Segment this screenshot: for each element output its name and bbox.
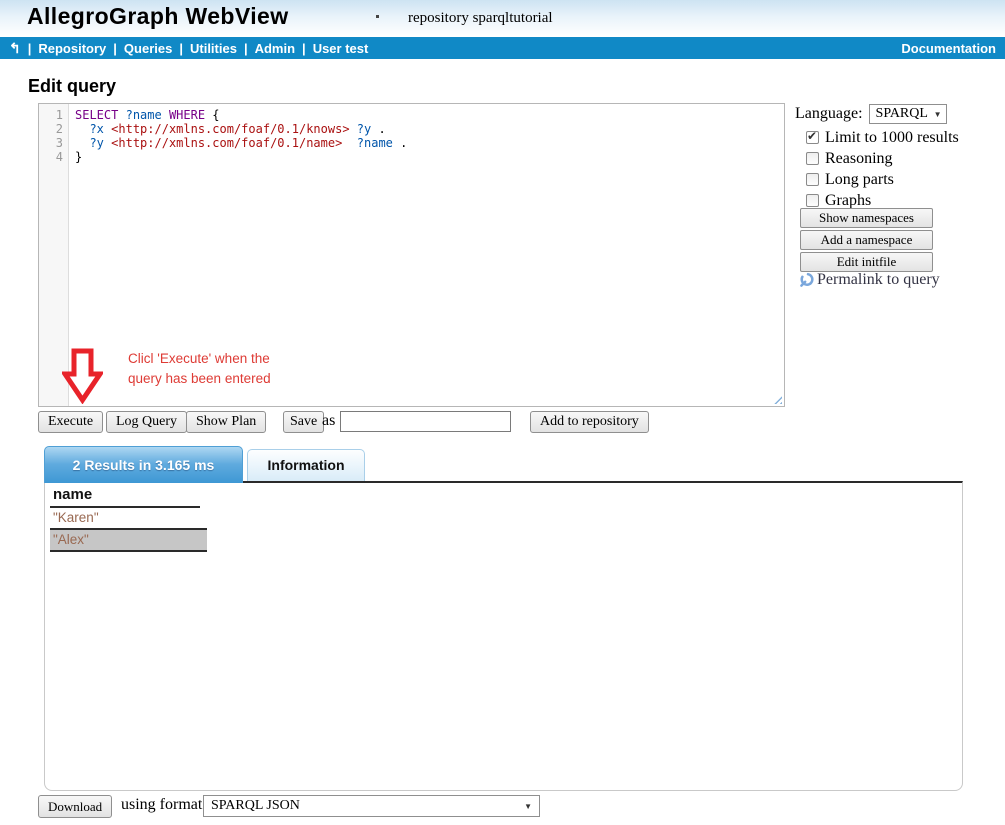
sparql-keyword: SELECT	[75, 108, 118, 122]
sparql-variable: ?y	[89, 136, 103, 150]
sparql-variable: ?x	[89, 122, 103, 136]
code-text: {	[205, 108, 219, 122]
annotation-line: query has been entered	[128, 369, 271, 389]
limit-checkbox-label: Limit to 1000 results	[825, 129, 959, 147]
execute-annotation: Clicl 'Execute' when the query has been …	[128, 349, 271, 389]
checkbox-row-reasoning: Reasoning	[806, 150, 893, 167]
add-to-repository-button[interactable]: Add to repository	[530, 411, 649, 433]
results-panel: name "Karen" "Alex" The results appear h…	[44, 481, 963, 791]
line-number: 1	[39, 108, 63, 122]
execute-button[interactable]: Execute	[38, 411, 103, 433]
limit-checkbox[interactable]: ✔	[806, 131, 819, 144]
sparql-variable: ?y	[357, 122, 371, 136]
app-header: AllegroGraph WebView repository sparqltu…	[0, 0, 1005, 37]
code-text	[162, 108, 169, 122]
nav-separator: |	[113, 41, 117, 56]
nav-separator: |	[28, 41, 32, 56]
save-as-label: as	[322, 412, 335, 430]
permalink-link[interactable]: Permalink to query	[799, 271, 940, 289]
add-namespace-button[interactable]: Add a namespace	[800, 230, 933, 250]
code-text	[342, 136, 356, 150]
nav-separator: |	[244, 41, 248, 56]
show-namespaces-button[interactable]: Show namespaces	[800, 208, 933, 228]
log-query-button[interactable]: Log Query	[106, 411, 187, 433]
sparql-uri: <http://xmlns.com/foaf/0.1/name>	[111, 136, 342, 150]
result-row-selected[interactable]: "Alex"	[50, 530, 207, 552]
nav-item-queries[interactable]: Queries	[124, 41, 172, 56]
download-format-select[interactable]: SPARQL JSON ▼	[203, 795, 540, 817]
page-title: Edit query	[28, 76, 116, 97]
code-line: ?y <http://xmlns.com/foaf/0.1/name> ?nam…	[75, 136, 784, 150]
save-button[interactable]: Save	[283, 411, 324, 433]
artifact-dot	[376, 15, 379, 18]
line-number: 4	[39, 150, 63, 164]
show-plan-button[interactable]: Show Plan	[186, 411, 266, 433]
code-text: .	[393, 136, 407, 150]
sparql-uri: <http://xmlns.com/foaf/0.1/knows>	[111, 122, 349, 136]
code-text	[75, 122, 89, 136]
graphs-checkbox[interactable]	[806, 194, 819, 207]
code-text	[118, 108, 125, 122]
nav-item-user[interactable]: User test	[313, 41, 369, 56]
check-icon: ✔	[807, 129, 817, 143]
edit-initfile-button[interactable]: Edit initfile	[800, 252, 933, 272]
sparql-variable: ?name	[126, 108, 162, 122]
language-select[interactable]: SPARQL ▼	[869, 104, 947, 124]
allegrograph-webview-app: AllegroGraph WebView repository sparqltu…	[0, 0, 1005, 825]
main-nav: ↰ | Repository | Queries | Utilities | A…	[0, 37, 1005, 59]
graphs-checkbox-label: Graphs	[825, 192, 871, 210]
language-select-value: SPARQL	[876, 106, 928, 122]
results-table: name "Karen" "Alex"	[50, 485, 207, 552]
permalink-chain-icon	[799, 272, 815, 288]
back-arrow-icon[interactable]: ↰	[9, 40, 21, 57]
dropdown-arrow-icon: ▼	[524, 802, 532, 811]
repository-label: repository sparqltutorial	[408, 10, 553, 27]
code-text	[75, 136, 89, 150]
language-row: Language: SPARQL ▼	[795, 104, 947, 124]
nav-item-admin[interactable]: Admin	[255, 41, 295, 56]
results-column-header: name	[50, 485, 200, 508]
save-name-input[interactable]	[340, 411, 511, 432]
code-text	[350, 122, 357, 136]
checkbox-row-graphs: Graphs	[806, 192, 871, 209]
download-button[interactable]: Download	[38, 795, 112, 818]
code-text: }	[75, 150, 82, 164]
checkbox-row-limit: ✔ Limit to 1000 results	[806, 129, 959, 146]
long-parts-checkbox[interactable]	[806, 173, 819, 186]
code-line: ?x <http://xmlns.com/foaf/0.1/knows> ?y …	[75, 122, 784, 136]
annotation-line: Clicl 'Execute' when the	[128, 349, 271, 369]
permalink-label: Permalink to query	[817, 271, 940, 289]
nav-separator: |	[179, 41, 183, 56]
language-label: Language:	[795, 105, 863, 123]
red-down-arrow-annotation	[62, 348, 103, 404]
sparql-variable: ?name	[357, 136, 393, 150]
code-line: SELECT ?name WHERE {	[75, 108, 784, 122]
nav-item-documentation[interactable]: Documentation	[901, 41, 996, 56]
nav-separator: |	[302, 41, 306, 56]
using-format-label: using format	[121, 796, 202, 814]
dropdown-arrow-icon: ▼	[934, 110, 942, 119]
long-parts-checkbox-label: Long parts	[825, 171, 894, 189]
tab-information[interactable]: Information	[247, 449, 365, 481]
line-number: 3	[39, 136, 63, 150]
tab-results[interactable]: 2 Results in 3.165 ms	[44, 446, 243, 483]
reasoning-checkbox-label: Reasoning	[825, 150, 893, 168]
download-format-value: SPARQL JSON	[211, 798, 300, 814]
result-row[interactable]: "Karen"	[50, 508, 207, 530]
nav-item-repository[interactable]: Repository	[38, 41, 106, 56]
line-number: 2	[39, 122, 63, 136]
reasoning-checkbox[interactable]	[806, 152, 819, 165]
code-line: }	[75, 150, 784, 164]
sparql-keyword: WHERE	[169, 108, 205, 122]
app-title: AllegroGraph WebView	[27, 3, 288, 30]
code-text: .	[371, 122, 385, 136]
checkbox-row-long-parts: Long parts	[806, 171, 894, 188]
nav-item-utilities[interactable]: Utilities	[190, 41, 237, 56]
